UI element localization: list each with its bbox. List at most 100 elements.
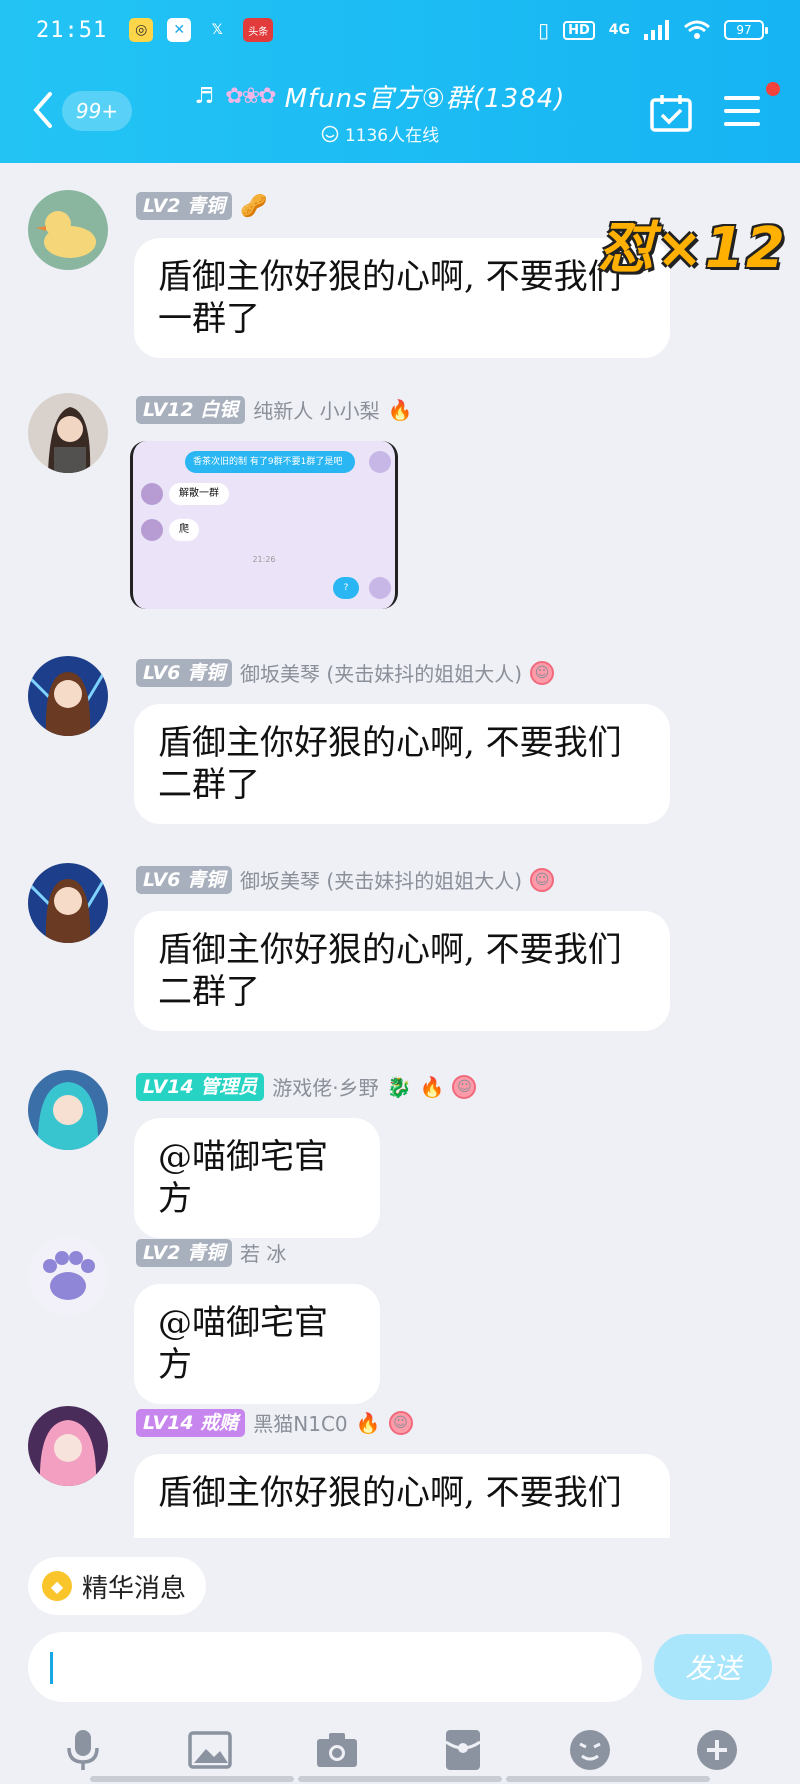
flowers-icon: ✿❀✿ <box>225 84 276 109</box>
message-text-line: 盾御主你好狠的心啊, 不要我们 <box>158 930 622 970</box>
message-bubble[interactable]: 盾御主你好狠的心啊, 不要我们 一群了 <box>134 238 670 358</box>
message-bubble[interactable]: 盾御主你好狠的心啊, 不要我们 二群了 <box>134 911 670 1031</box>
sender-name: 若 冰 <box>240 1242 287 1266</box>
peanut-icon: 🥜 <box>240 193 268 219</box>
sender-name: 纯新人 小小梨 <box>253 399 380 423</box>
essence-label: 精华消息 <box>82 1573 187 1604</box>
back-arrow-icon[interactable] <box>30 90 54 130</box>
emoji-badge-icon: ☺ <box>452 1074 477 1099</box>
sender-meta: LV12 白银 纯新人 小小梨 🔥 <box>136 395 413 424</box>
screenshot-reply: ? <box>333 577 359 599</box>
sender-meta: LV2 青铜 若 冰 <box>136 1238 286 1267</box>
input-toolbar <box>0 1716 800 1784</box>
send-button[interactable]: 发送 <box>654 1634 772 1700</box>
message-bubble[interactable]: 盾御主你好狠的心啊, 不要我们 二群了 <box>134 704 670 824</box>
battery-level: 97 <box>736 23 752 37</box>
notification-toutiao-icon: 头条 <box>243 18 274 42</box>
avatar[interactable] <box>28 1236 108 1316</box>
screenshot-line: 解散一群 <box>169 483 229 505</box>
level-badge: LV2 青铜 <box>136 192 233 220</box>
avatar[interactable] <box>28 1070 108 1150</box>
screenshot-avatar <box>141 483 163 505</box>
level-badge: LV2 青铜 <box>136 1238 233 1267</box>
network-label: 4G <box>608 22 630 38</box>
message-bubble[interactable]: @喵御宅官方 <box>134 1284 380 1404</box>
notification-tools-icon: ✕ <box>167 18 192 42</box>
checkin-calendar-icon[interactable] <box>650 94 692 132</box>
screenshot-paw-icon <box>369 577 391 599</box>
online-smile-icon <box>321 125 339 142</box>
message-text-line: 二群了 <box>158 972 260 1012</box>
fire-icon: 🔥 <box>419 1074 445 1099</box>
screenshot-time: 21:26 <box>252 555 276 564</box>
online-count: 1136人在线 <box>344 126 440 146</box>
message-input[interactable] <box>28 1632 642 1702</box>
signal-icon <box>644 20 669 40</box>
screenshot-avatar <box>141 519 163 541</box>
status-bar: 21:51 ◎ ✕ 𝕏 头条 ▯ HD 4G 97 <box>0 0 800 60</box>
level-badge: LV14 戒赌 <box>136 1408 246 1437</box>
message-bubble[interactable]: @喵御宅官方 <box>134 1118 380 1238</box>
avatar[interactable] <box>28 1406 108 1486</box>
gesture-bar <box>90 1776 710 1782</box>
camera-icon[interactable] <box>315 1728 359 1772</box>
fire-icon: 🔥 <box>355 1410 381 1435</box>
status-time: 21:51 <box>36 17 108 43</box>
message-text-line: @喵御宅官方 <box>158 1303 328 1385</box>
sender-meta: LV6 青铜 御坂美琴 (夹击妹抖的姐姐大人) ☺ <box>136 865 554 894</box>
sender-name: 游戏佬·乡野 <box>272 1076 379 1100</box>
sender-meta: LV14 戒赌 黑猫N1C0 🔥 ☺ <box>136 1408 413 1437</box>
message-text-line: 盾御主你好狠的心啊, 不要我们 <box>158 257 622 297</box>
emoji-badge-icon: ☺ <box>388 1410 413 1435</box>
message-text-line: 盾御主你好狠的心啊, 不要我们 <box>158 1473 622 1513</box>
hd-icon: HD <box>563 20 595 40</box>
screenshot-quote: 香茶次旧的制 有了9群不要1群了是吧 <box>185 451 355 473</box>
avatar[interactable] <box>28 393 108 473</box>
fire-icon: 🔥 <box>387 397 413 422</box>
dragon-icon: 🐉 <box>386 1074 412 1099</box>
image-icon[interactable] <box>188 1728 232 1772</box>
avatar[interactable] <box>28 656 108 736</box>
avatar[interactable] <box>28 863 108 943</box>
text-caret <box>50 1652 53 1684</box>
level-badge: LV6 青铜 <box>136 865 233 894</box>
group-title-area[interactable]: ♬ ✿❀✿ Mfuns官方⑨群(1384) 1136人在线 <box>160 78 600 146</box>
battery-icon: 97 <box>724 20 768 40</box>
sender-meta: LV14 管理员 游戏佬·乡野 🐉 🔥 ☺ <box>136 1072 477 1101</box>
avatar[interactable] <box>28 190 108 270</box>
screenshot-paw-icon <box>369 451 391 473</box>
notification-x-icon: 𝕏 <box>211 22 223 38</box>
emoji-icon[interactable] <box>568 1728 612 1772</box>
ear-icon[interactable]: ♬ <box>195 84 216 109</box>
microphone-icon[interactable] <box>61 1728 105 1772</box>
level-badge: LV12 白银 <box>136 395 246 424</box>
message-text-line: 盾御主你好狠的心啊, 不要我们 <box>158 723 622 763</box>
combo-counter: 怼×12 <box>598 216 787 281</box>
group-title: Mfuns官方⑨群(1384) <box>284 84 566 114</box>
message-text-line: 一群了 <box>158 299 260 339</box>
sender-meta: LV2 青铜 🥜 <box>136 192 267 220</box>
message-list[interactable]: LV2 青铜 🥜 盾御主你好狠的心啊, 不要我们 一群了 LV12 白银 纯新人… <box>0 163 800 1538</box>
screenshot-line: 爬 <box>169 519 199 541</box>
level-badge: LV6 青铜 <box>136 658 233 687</box>
wifi-icon <box>684 20 710 39</box>
plus-icon[interactable] <box>695 1728 739 1772</box>
menu-icon[interactable] <box>724 96 760 135</box>
unread-count-badge[interactable]: 99+ <box>62 91 132 131</box>
essence-messages-button[interactable]: ◆ 精华消息 <box>28 1557 207 1615</box>
message-bubble[interactable]: 盾御主你好狠的心啊, 不要我们 <box>134 1454 670 1538</box>
image-message[interactable]: 香茶次旧的制 有了9群不要1群了是吧 解散一群 爬 21:26 ? <box>130 441 398 609</box>
chat-header: 99+ ♬ ✿❀✿ Mfuns官方⑨群(1384) 1136人在线 <box>0 60 800 163</box>
emoji-badge-icon: ☺ <box>530 660 554 685</box>
message-text-line: @喵御宅官方 <box>158 1137 328 1219</box>
online-count-row: 1136人在线 <box>160 121 600 146</box>
sender-name: 黑猫N1C0 <box>253 1412 348 1436</box>
sender-name: 御坂美琴 (夹击妹抖的姐姐大人) <box>240 662 522 686</box>
sender-name: 御坂美琴 (夹击妹抖的姐姐大人) <box>240 869 522 893</box>
emoji-badge-icon: ☺ <box>530 867 554 892</box>
red-packet-icon[interactable] <box>441 1728 485 1772</box>
message-text-line: 二群了 <box>158 765 260 805</box>
menu-notification-dot <box>766 82 780 96</box>
vibrate-icon: ▯ <box>538 18 550 42</box>
level-badge: LV14 管理员 <box>136 1072 265 1101</box>
